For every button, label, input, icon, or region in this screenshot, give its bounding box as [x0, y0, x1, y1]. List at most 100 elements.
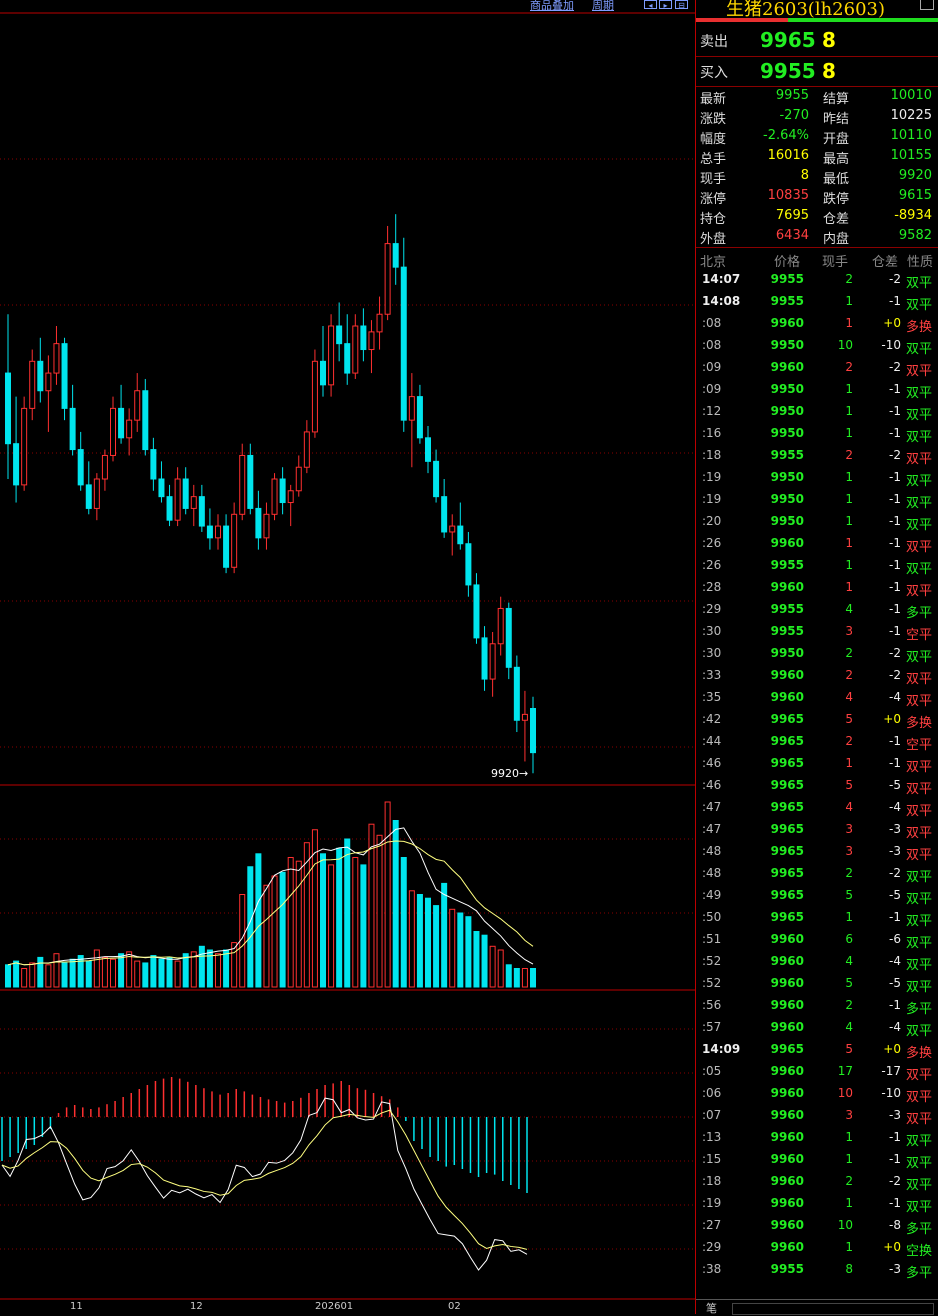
tick-row[interactable]: :18 9960 2 -2 双平 — [696, 1174, 938, 1196]
tick-vol: 6 — [845, 932, 853, 946]
tick-row[interactable]: :29 9960 1 +0 空换 — [696, 1240, 938, 1262]
tick-row[interactable]: :15 9960 1 -1 双平 — [696, 1152, 938, 1174]
tick-row[interactable]: :28 9960 1 -1 双平 — [696, 580, 938, 602]
candle-body — [303, 431, 310, 468]
tick-row[interactable]: :48 9965 2 -2 双平 — [696, 866, 938, 888]
period-link[interactable]: 周期 — [592, 0, 614, 12]
tick-row[interactable]: :09 9950 1 -1 双平 — [696, 382, 938, 404]
tick-row[interactable]: :30 9955 3 -1 空平 — [696, 624, 938, 646]
candle-body — [21, 407, 28, 486]
tick-row[interactable]: :42 9965 5 +0 多换 — [696, 712, 938, 734]
scroll-icon[interactable]: ⊟ — [675, 0, 688, 10]
tick-row[interactable]: :27 9960 10 -8 多平 — [696, 1218, 938, 1240]
tick-time: :50 — [702, 910, 722, 924]
tick-row[interactable]: :57 9960 4 -4 双平 — [696, 1020, 938, 1042]
tick-row[interactable]: :44 9965 2 -1 空平 — [696, 734, 938, 756]
tick-row[interactable]: :52 9960 5 -5 双平 — [696, 976, 938, 998]
zoom-in-icon[interactable]: ▸ — [659, 0, 672, 10]
stat-v1: -2.64% — [763, 128, 809, 143]
tick-time: :42 — [702, 712, 722, 726]
overlay-link[interactable]: 商品叠加 — [530, 0, 574, 12]
tick-row[interactable]: :48 9965 3 -3 双平 — [696, 844, 938, 866]
tick-nature: 双平 — [906, 1134, 933, 1149]
tick-row[interactable]: :52 9960 4 -4 双平 — [696, 954, 938, 976]
tick-row[interactable]: 14:08 9955 1 -1 双平 — [696, 294, 938, 316]
tick-row[interactable]: :18 9955 2 -2 双平 — [696, 448, 938, 470]
kline-chart[interactable]: 9920→ 商品叠加 周期 ◂ ▸ ⊟ 11 12 202601 02 — [0, 0, 695, 1314]
tick-time: :49 — [702, 888, 722, 902]
tick-row[interactable]: 14:07 9955 2 -2 双平 — [696, 272, 938, 294]
tick-row[interactable]: :07 9960 3 -3 双平 — [696, 1108, 938, 1130]
tick-row[interactable]: :29 9955 4 -1 多平 — [696, 602, 938, 624]
tick-row[interactable]: :06 9960 10 -10 双平 — [696, 1086, 938, 1108]
volume-bar — [465, 916, 472, 988]
tick-row[interactable]: 14:09 9965 5 +0 多换 — [696, 1042, 938, 1064]
volume-bar — [93, 949, 100, 988]
candle-body — [465, 543, 472, 586]
tick-price: 9955 — [770, 602, 804, 616]
tick-row[interactable]: :46 9965 1 -1 双平 — [696, 756, 938, 778]
candle-body — [101, 454, 108, 480]
tick-row[interactable]: :19 9960 1 -1 双平 — [696, 1196, 938, 1218]
candle-body — [433, 460, 440, 498]
tick-row[interactable]: :51 9960 6 -6 双平 — [696, 932, 938, 954]
volume-bar — [352, 857, 359, 988]
tick-row[interactable]: :47 9965 4 -4 双平 — [696, 800, 938, 822]
sell-label: 卖出 — [700, 34, 728, 50]
candle-body — [45, 372, 52, 392]
tick-vol: 1 — [845, 558, 853, 572]
candle-body — [231, 513, 238, 568]
candle-body — [126, 419, 133, 439]
tick-nature: 空平 — [906, 628, 933, 643]
tick-row[interactable]: :08 9950 10 -10 双平 — [696, 338, 938, 360]
tick-vol: 2 — [845, 734, 853, 748]
volume-bar — [416, 894, 423, 988]
tick-row[interactable]: :50 9965 1 -1 双平 — [696, 910, 938, 932]
tick-row[interactable]: :26 9960 1 -1 双平 — [696, 536, 938, 558]
tick-row[interactable]: :49 9965 5 -5 双平 — [696, 888, 938, 910]
tick-row[interactable]: :13 9960 1 -1 双平 — [696, 1130, 938, 1152]
tick-row[interactable]: :26 9955 1 -1 双平 — [696, 558, 938, 580]
tick-time: :19 — [702, 470, 722, 484]
candle-body — [279, 478, 286, 504]
tick-row[interactable]: :47 9965 3 -3 双平 — [696, 822, 938, 844]
tick-row[interactable]: :35 9960 4 -4 双平 — [696, 690, 938, 712]
zoom-out-icon[interactable]: ◂ — [644, 0, 657, 10]
stat-v2: 9615 — [898, 188, 932, 203]
tick-vol: 4 — [845, 800, 853, 814]
tick-price: 9960 — [770, 998, 804, 1012]
tick-row[interactable]: :12 9950 1 -1 双平 — [696, 404, 938, 426]
volume-bar — [295, 860, 302, 988]
tick-vol: 2 — [845, 448, 853, 462]
tick-nature: 双平 — [906, 782, 933, 797]
tick-price: 9950 — [770, 404, 804, 418]
x-label-4: 02 — [448, 1301, 461, 1312]
tick-row[interactable]: :56 9960 2 -1 多平 — [696, 998, 938, 1020]
tick-time: :38 — [702, 1262, 722, 1276]
bottom-tab[interactable]: 笔 — [696, 1299, 938, 1315]
stat-v2: 10225 — [890, 108, 932, 123]
tick-row[interactable]: :30 9950 2 -2 双平 — [696, 646, 938, 668]
tick-row[interactable]: :20 9950 1 -1 双平 — [696, 514, 938, 536]
tick-row[interactable]: :19 9950 1 -1 双平 — [696, 492, 938, 514]
restore-icon[interactable] — [920, 0, 934, 10]
sentiment-bar-down — [788, 18, 938, 22]
tab-scrollbar[interactable] — [732, 1303, 934, 1315]
tick-time: :27 — [702, 1218, 722, 1232]
tick-time: :13 — [702, 1130, 722, 1144]
tick-row[interactable]: :08 9960 1 +0 多换 — [696, 316, 938, 338]
tick-row[interactable]: :46 9965 5 -5 双平 — [696, 778, 938, 800]
tick-oi: -2 — [889, 448, 901, 462]
tick-row[interactable]: :19 9950 1 -1 双平 — [696, 470, 938, 492]
tick-row[interactable]: :09 9960 2 -2 双平 — [696, 360, 938, 382]
tick-row[interactable]: :16 9950 1 -1 双平 — [696, 426, 938, 448]
chart-canvas[interactable]: 9920→ — [0, 0, 695, 1314]
tick-vol: 2 — [845, 998, 853, 1012]
tick-oi: -5 — [889, 976, 901, 990]
tick-row[interactable]: :38 9955 8 -3 多平 — [696, 1262, 938, 1284]
tick-nature: 双平 — [906, 1112, 933, 1127]
tick-row[interactable]: :33 9960 2 -2 双平 — [696, 668, 938, 690]
candle-body — [158, 478, 165, 498]
tick-row[interactable]: :05 9960 17 -17 双平 — [696, 1064, 938, 1086]
tick-nature: 双平 — [906, 386, 933, 401]
